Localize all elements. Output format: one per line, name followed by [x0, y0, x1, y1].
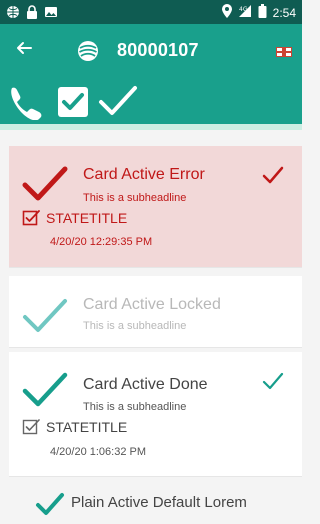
card-timestamp: 4/20/20 12:29:35 PM [50, 236, 153, 248]
action-toolbar [0, 80, 302, 124]
card-timestamp: 4/20/20 1:06:32 PM [50, 446, 147, 458]
card-title: Card Active Error [83, 166, 205, 183]
check-icon [22, 372, 68, 413]
arrow-left-icon[interactable] [16, 40, 32, 61]
globe-icon [6, 5, 20, 24]
battery-icon [258, 4, 267, 21]
checkbox-checked-icon [22, 209, 40, 232]
toolbar-divider [0, 124, 302, 130]
check-icon[interactable] [98, 84, 138, 123]
checkbox-checked-icon [22, 418, 40, 441]
card-state-title: STATETITLE [46, 419, 128, 435]
card-subtitle: This is a subheadline [83, 192, 187, 204]
status-bar: 4G 2:54 [0, 0, 302, 24]
uk-flag-icon[interactable] [276, 47, 292, 57]
card-title: Card Active Done [83, 376, 208, 393]
check-icon [22, 298, 68, 339]
card-plain-active-default[interactable]: Plain Active Default Lorem [9, 484, 302, 524]
card-title: Card Active Locked [83, 296, 221, 313]
image-icon [44, 5, 58, 24]
page-title: 80000107 [117, 40, 199, 60]
app-bar: 80000107 [0, 24, 302, 80]
phone-icon[interactable] [6, 86, 42, 125]
location-icon [221, 4, 232, 21]
card-active-locked[interactable]: Card Active Locked This is a subheadline [9, 276, 302, 348]
signal-icon: 4G [238, 4, 252, 21]
card-active-error[interactable]: Card Active Error This is a subheadline … [9, 146, 302, 268]
card-active-done[interactable]: Card Active Done This is a subheadline S… [9, 352, 302, 477]
check-icon [35, 492, 65, 521]
lock-icon [26, 5, 38, 24]
checkbox-checked-icon[interactable] [58, 87, 88, 117]
svg-text:4G: 4G [239, 6, 248, 13]
card-state-title: STATETITLE [46, 210, 128, 226]
card-subtitle: This is a subheadline [83, 401, 187, 413]
card-title: Plain Active Default Lorem [71, 494, 247, 511]
card-subtitle: This is a subheadline [83, 320, 187, 332]
check-icon [22, 166, 68, 207]
status-time: 2:54 [272, 5, 296, 20]
logo-icon [76, 39, 100, 68]
check-icon [262, 372, 284, 395]
check-icon [262, 166, 284, 189]
